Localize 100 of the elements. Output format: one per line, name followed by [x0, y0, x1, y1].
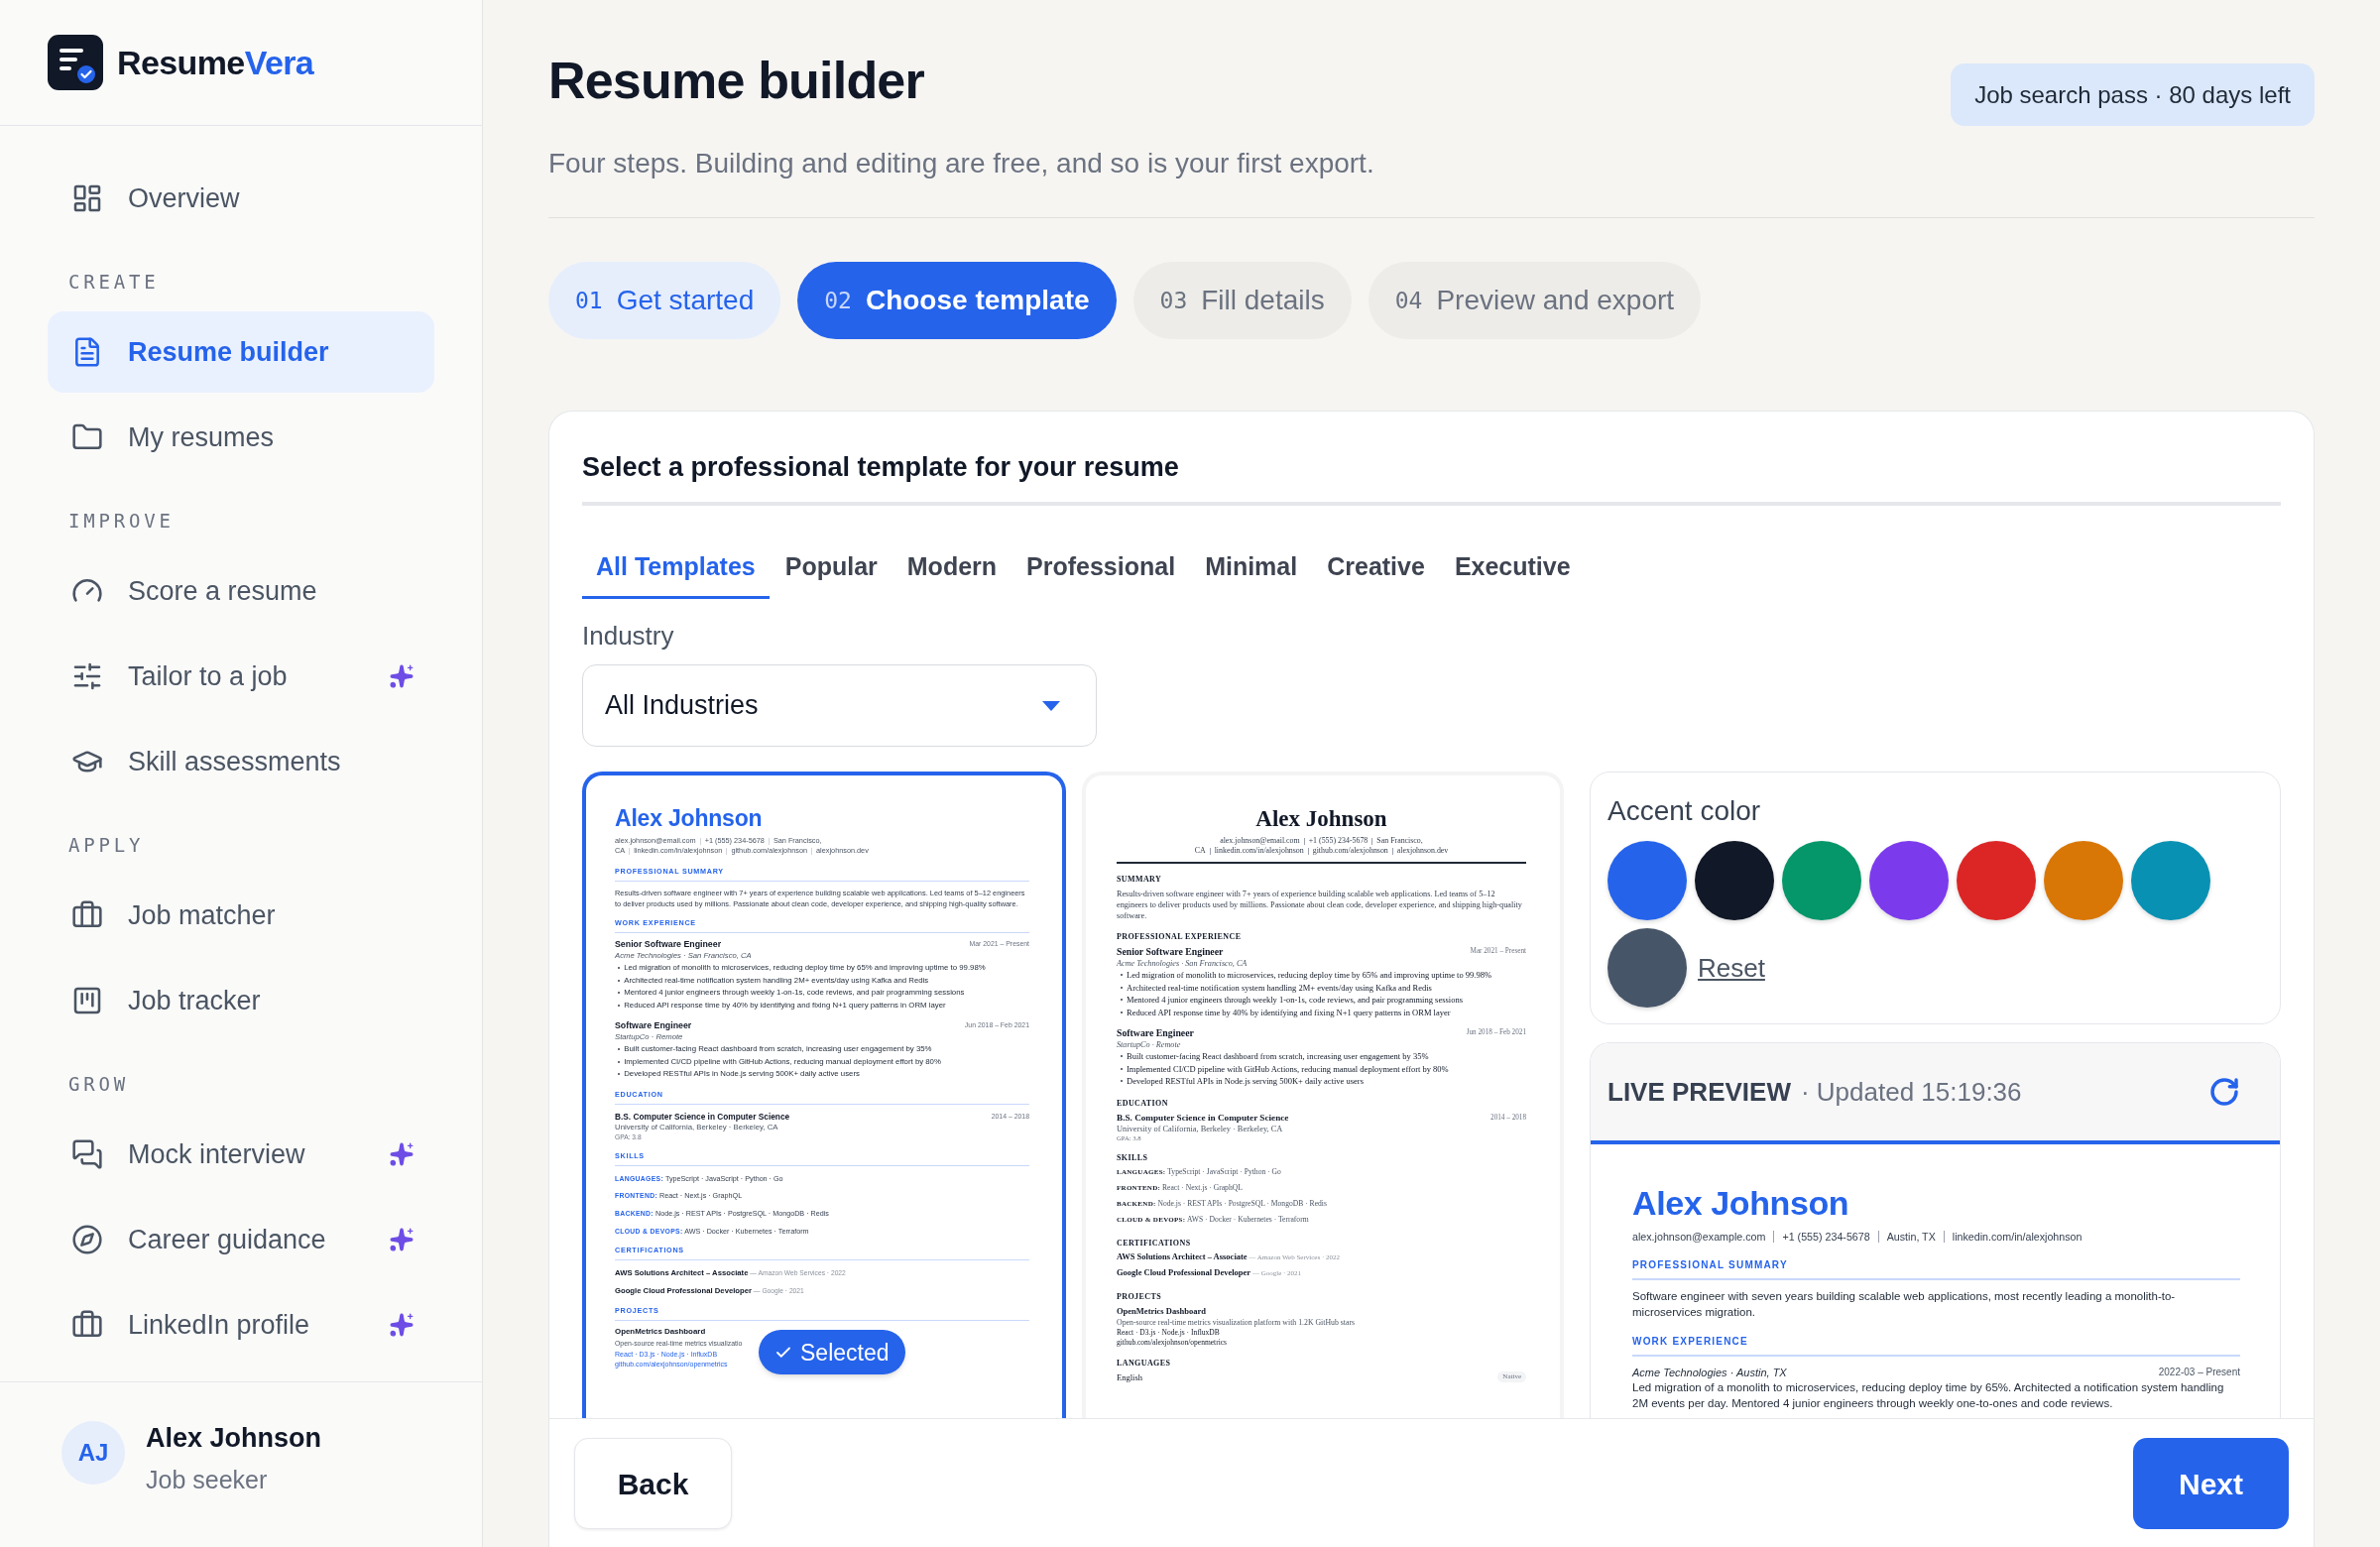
- section-heading: PROFESSIONAL SUMMARY: [1632, 1258, 1788, 1272]
- user-name: Alex Johnson: [146, 1422, 322, 1455]
- step-tab[interactable]: 03 Fill details: [1132, 262, 1352, 339]
- resume-name: Alex Johnson: [1255, 805, 1387, 833]
- section-heading: LANGUAGES: [1117, 1357, 1171, 1368]
- template-card[interactable]: [582, 772, 1066, 1418]
- updated-time: · Updated 15:19:36: [1800, 1075, 2022, 1109]
- bullet-text: Led migration of monolith to microservices, reducing deploy time by 65% and improving uptime to 99.98%: [1127, 969, 1492, 982]
- nav-item[interactable]: Resume builder: [48, 311, 434, 393]
- nav-item[interactable]: Career guidance: [48, 1199, 434, 1280]
- selected-label: Selected: [800, 1338, 890, 1367]
- bullet-text: Developed RESTful APIs in Node.js serving 500K+ daily active users: [1127, 1075, 1364, 1088]
- contact-text: alex.johnson@example.com: [1632, 1230, 1766, 1244]
- avatar: AJ: [61, 1421, 125, 1485]
- job-title: Senior Software Engineer: [615, 938, 722, 950]
- date-range: 2022-03 – Present: [2158, 1366, 2240, 1379]
- sliders-icon: [71, 660, 103, 692]
- school-text: University of California, Berkeley · Berkeley, CA: [1117, 1124, 1283, 1134]
- degree-text: B.S. Computer Science in Computer Science: [615, 1110, 790, 1123]
- section-heading: EDUCATION: [1117, 1097, 1168, 1109]
- kanban-board-icon: [71, 985, 103, 1016]
- color-swatch-icon[interactable]: [2131, 841, 2210, 920]
- dashboard-icon: [71, 182, 103, 214]
- degree-text: B.S. Computer Science in Computer Science: [1117, 1111, 1289, 1125]
- reset-link[interactable]: Reset: [1698, 952, 1765, 984]
- color-swatch-icon[interactable]: [1869, 841, 1949, 920]
- project-name: OpenMetrics Dashboard: [1117, 1304, 1206, 1317]
- logo-icon: [48, 35, 103, 90]
- section-heading: PROFESSIONAL EXPERIENCE: [1117, 931, 1242, 942]
- nav-item[interactable]: Score a resume: [48, 550, 434, 632]
- step-tab[interactable]: 04 Preview and export: [1368, 262, 1702, 339]
- job-title: Software Engineer: [1117, 1026, 1194, 1039]
- user-role: Job seeker: [146, 1465, 268, 1495]
- next-button[interactable]: Next: [2133, 1438, 2289, 1529]
- category-tab[interactable]: Professional: [1012, 538, 1190, 599]
- bullet-text: Built customer-facing React dashboard from scratch, increasing user engagement by 35%: [1127, 1050, 1429, 1063]
- resume-name: Alex Johnson: [615, 804, 763, 832]
- brand-name[interactable]: ResumeVera: [117, 42, 314, 83]
- nav-section-label: IMPROVE: [68, 511, 175, 531]
- pass-status: Job search pass · 80 days left: [1951, 63, 2315, 126]
- nav-item[interactable]: LinkedIn profile: [48, 1284, 434, 1366]
- nav-item[interactable]: My resumes: [48, 397, 434, 478]
- category-tab[interactable]: Modern: [892, 538, 1012, 599]
- bullet-text: Reduced API response time by 40% by identifying and fixing N+1 query patterns in ORM layer: [1127, 1006, 1451, 1018]
- company-text: Acme Technologies · San Francisco, CA: [1117, 958, 1248, 969]
- step-tab[interactable]: 01 Get started: [548, 262, 781, 339]
- contact-text: +1 (555) 234-5678: [1782, 1230, 1870, 1244]
- color-swatch-icon[interactable]: [1607, 841, 1687, 920]
- industry-select[interactable]: All Industries: [582, 664, 1097, 747]
- back-button[interactable]: Back: [574, 1438, 732, 1529]
- contact-text: Austin, TX: [1886, 1230, 1936, 1244]
- company-text: Acme Technologies · Austin, TX: [1632, 1366, 1787, 1380]
- section-heading: PROJECTS: [1117, 1290, 1161, 1302]
- nav-item[interactable]: Tailor to a job: [48, 636, 434, 717]
- section-heading: SUMMARY: [1117, 874, 1162, 885]
- category-tab[interactable]: Minimal: [1191, 538, 1312, 599]
- summary-text: Results-driven software engineer with 7+ years of experience building scalable web applications. Led teams of 5–12 engineers to deliver products used by millions. Passionate about clean code, developer experience, and shipping high-quality software.: [1117, 889, 1523, 921]
- chat-bubbles-icon: [71, 1138, 103, 1170]
- job-title: Software Engineer: [615, 1019, 692, 1031]
- compass-icon: [71, 1224, 103, 1255]
- page-subtitle: Four steps. Building and editing are free, and so is your first export.: [548, 147, 1374, 180]
- sparkle-icon: [389, 1141, 415, 1167]
- resume-name: Alex Johnson: [1632, 1183, 1849, 1223]
- section-heading: WORK EXPERIENCE: [1632, 1335, 1748, 1349]
- company-text: StartupCo · Remote: [1117, 1039, 1181, 1050]
- color-swatch-icon[interactable]: [1957, 841, 2036, 920]
- contact-text: linkedin.com/in/alexjohnson: [1952, 1230, 2082, 1244]
- caret-icon: [1042, 700, 1060, 711]
- category-tab[interactable]: Popular: [771, 538, 892, 599]
- color-swatch-icon[interactable]: [2044, 841, 2123, 920]
- field-label: Industry: [582, 620, 674, 652]
- sparkle-icon: [389, 1227, 415, 1252]
- nav-section-label: APPLY: [68, 835, 145, 855]
- bullet-text: Implemented CI/CD pipeline with GitHub Actions, reducing manual deployment effort by 80%: [1127, 1062, 1449, 1075]
- category-tab[interactable]: Executive: [1440, 538, 1585, 599]
- nav-item[interactable]: Overview: [48, 158, 434, 239]
- sparkle-icon: [389, 663, 415, 689]
- language-text: English: [1117, 1370, 1142, 1383]
- page-title: Resume builder: [548, 51, 924, 111]
- category-tab[interactable]: All Templates: [582, 538, 770, 599]
- job-description: Led migration of a monolith to microservices, reducing deploy time by 65%. Architected a notification system handling 2M events per day. Mentored 4 junior engineers through weekly one-to-ones and code reviews.: [1632, 1380, 2225, 1411]
- section-heading: CERTIFICATIONS: [1117, 1237, 1191, 1249]
- step-tab[interactable]: 02 Choose template: [797, 262, 1117, 339]
- bullet-text: Mentored 4 junior engineers through weekly 1-on-1s, code reviews, and pair programming sessions: [1127, 994, 1463, 1007]
- preview-title: LIVE PREVIEW: [1607, 1075, 1791, 1109]
- color-swatch-icon[interactable]: [1782, 841, 1861, 920]
- nav-item[interactable]: Mock interview: [48, 1114, 434, 1195]
- refresh-icon[interactable]: [2208, 1076, 2240, 1108]
- bullet-text: Architected real-time notification system handling 2M+ events/day using Kafka and Redis: [1127, 981, 1432, 994]
- nav-section-label: CREATE: [68, 272, 160, 292]
- nav-item[interactable]: Job tracker: [48, 960, 434, 1041]
- category-tab[interactable]: Creative: [1313, 538, 1439, 599]
- sparkle-icon: [389, 1312, 415, 1338]
- color-swatch-icon[interactable]: [1607, 928, 1687, 1008]
- color-swatch-icon[interactable]: [1695, 841, 1774, 920]
- section-heading: SKILLS: [1117, 1151, 1148, 1163]
- panel-heading: Accent color: [1607, 794, 1761, 828]
- panel-title: Select a professional template for your resume: [582, 451, 1179, 484]
- nav-item[interactable]: Skill assessments: [48, 721, 434, 802]
- nav-item[interactable]: Job matcher: [48, 875, 434, 956]
